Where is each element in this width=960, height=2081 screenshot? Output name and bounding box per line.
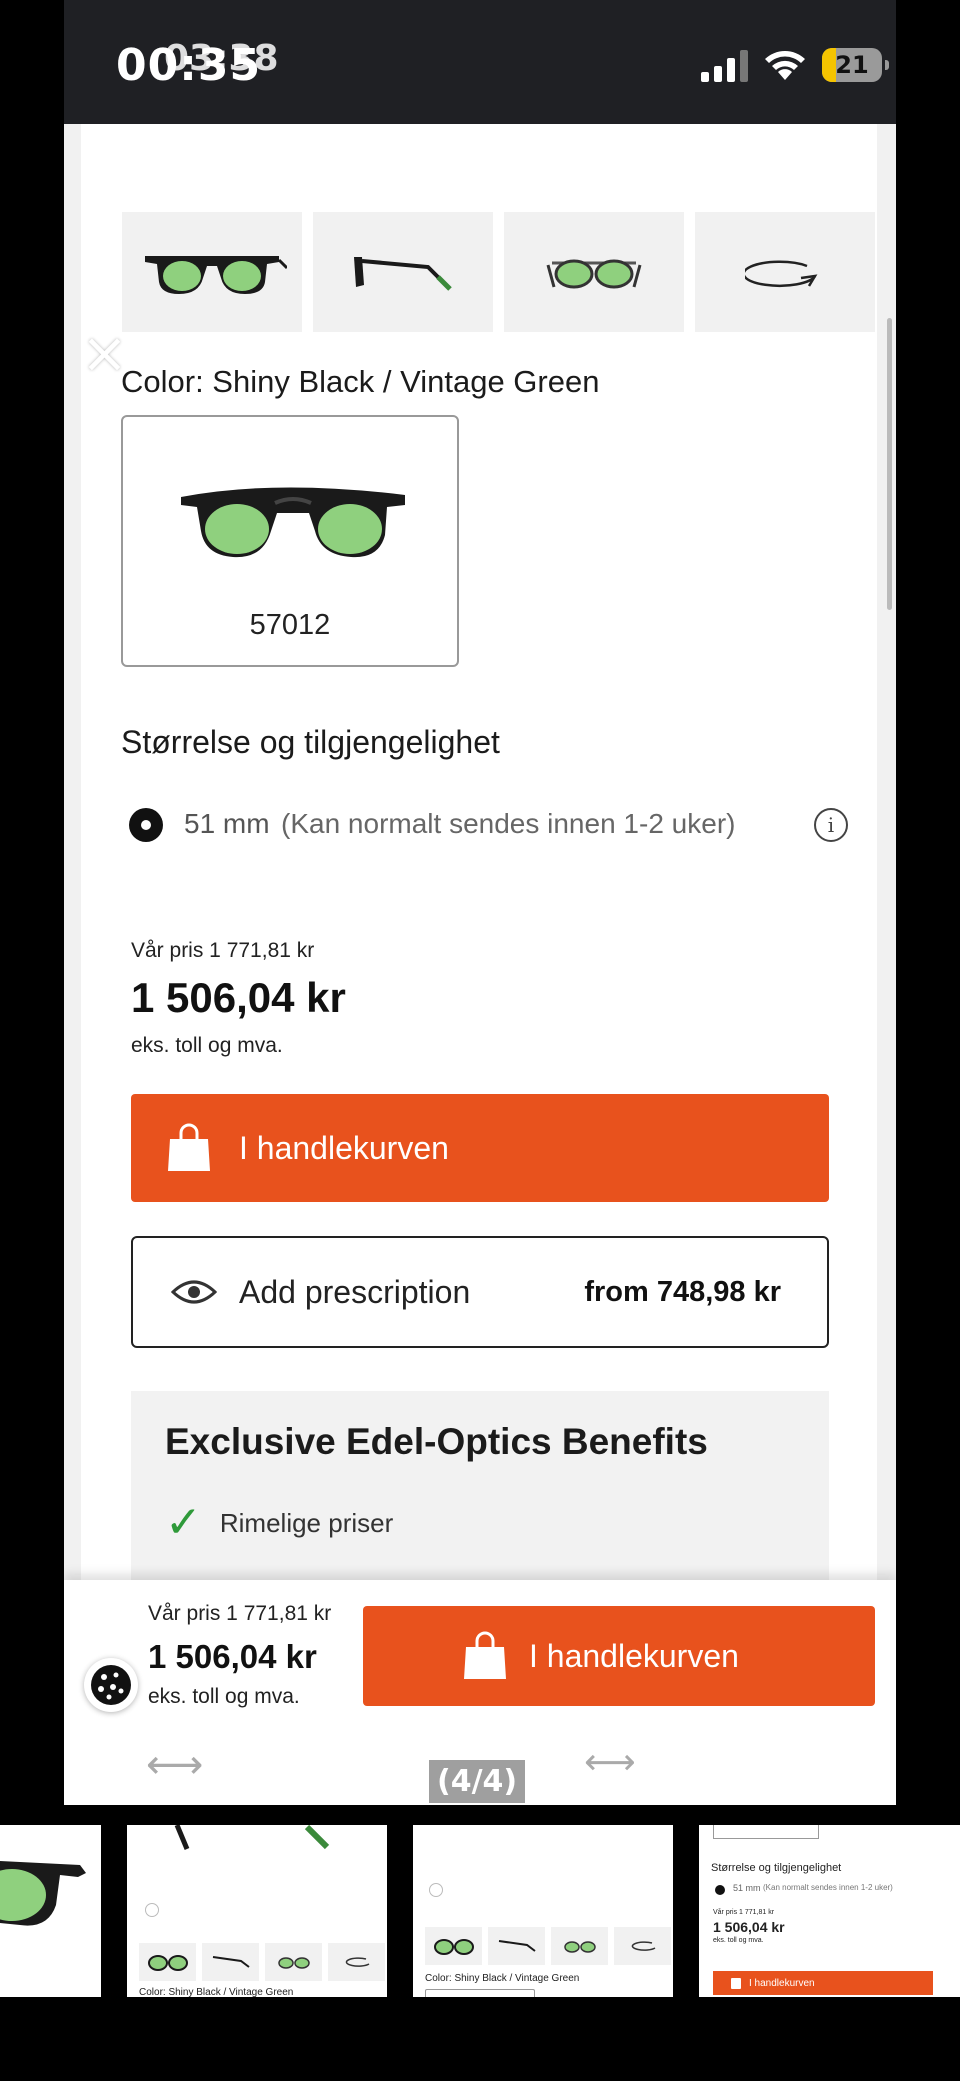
thumbnail-front[interactable] (122, 212, 302, 332)
sticky-original-price: Vår pris 1 771,81 kr (148, 1602, 332, 1625)
gallery-thumb-3[interactable]: Color: Shiny Black / Vintage Green (413, 1825, 673, 1997)
info-icon[interactable]: i (814, 808, 848, 842)
gallery-thumb-1[interactable] (0, 1825, 101, 1997)
add-prescription-button[interactable]: Add prescription from 748,98 kr (131, 1236, 829, 1348)
add-to-cart-button[interactable]: I handlekurven (131, 1094, 829, 1202)
thumbnail-side[interactable] (313, 212, 493, 332)
mini-size-availability: (Kan normalt sendes innen 1-2 uker) (763, 1883, 893, 1892)
sunglasses-closeup-image (0, 1861, 86, 1926)
size-section-title: Størrelse og tilgjengelighet (121, 724, 500, 760)
battery-level: 21 (835, 51, 869, 79)
cookie-icon[interactable] (84, 1658, 138, 1712)
mini-price-note: eks. toll og mva. (713, 1937, 764, 1944)
thumbnail-360[interactable] (695, 212, 875, 332)
mini-thumbnails (139, 1943, 385, 1981)
product-page: × Color: Shiny Black / Vintage Green 570… (81, 124, 892, 1805)
prescription-price: from 748,98 kr (584, 1275, 781, 1308)
thumbnail-top[interactable] (504, 212, 684, 332)
product-thumbnails (122, 212, 875, 332)
signal-icon (701, 48, 748, 82)
color-label: Color: Shiny Black / Vintage Green (121, 364, 600, 399)
sunglasses-variant-image (181, 487, 405, 558)
mini-color-label: Color: Shiny Black / Vintage Green (425, 1973, 580, 1984)
mini-thumbnails (425, 1927, 671, 1965)
benefit-item: ✓ Rimelige priser (165, 1501, 393, 1545)
gallery-thumb-4[interactable]: Størrelse og tilgjengelighet 51 mm (Kan … (699, 1825, 960, 1997)
price: 1 506,04 kr (131, 974, 346, 1021)
shopping-bag-icon (731, 1977, 741, 1989)
mini-variant-card (425, 1989, 535, 1997)
scrollbar[interactable] (887, 318, 892, 610)
mini-size-value: 51 mm (733, 1883, 761, 1893)
size-value: 51 mm (184, 808, 270, 839)
mini-cart-button: I handlekurven (713, 1971, 933, 1995)
sunglasses-front-icon (145, 256, 287, 294)
check-icon: ✓ (165, 1497, 202, 1548)
viewer-footer: ⟷ ⟷ (4/4) (64, 1732, 896, 1805)
zoom-icon (145, 1903, 159, 1917)
add-prescription-label: Add prescription (239, 1273, 471, 1310)
mini-cart-label: I handlekurven (749, 1977, 815, 1989)
status-bar: 00:35 03:38 21 (64, 0, 896, 124)
size-radio-selected[interactable] (129, 808, 163, 842)
mini-size-title: Størrelse og tilgjengelighet (711, 1862, 842, 1874)
gallery-thumb-2[interactable]: Color: Shiny Black / Vintage Green (127, 1825, 387, 1997)
screenshot-viewer: 00:35 03:38 21 × Color: Shiny Black / Vi… (64, 0, 896, 1805)
mini-price: 1 506,04 kr (713, 1919, 785, 1935)
mini-radio (715, 1885, 725, 1895)
benefit-text: Rimelige priser (219, 1507, 394, 1538)
mini-original-price: Vår pris 1 771,81 kr (713, 1909, 775, 1916)
sticky-cart-label: I handlekurven (529, 1637, 739, 1674)
mini-variant-card (713, 1825, 819, 1839)
mini-color-label: Color: Shiny Black / Vintage Green (139, 1987, 294, 1997)
size-option[interactable]: 51 mm (Kan normalt sendes innen 1-2 uker… (129, 804, 848, 848)
status-time-overlay: 03:38 (164, 38, 279, 79)
width-arrow-icon: ⟷ (146, 1742, 204, 1788)
zoom-icon (429, 1883, 443, 1897)
screenshot-gallery: Color: Shiny Black / Vintage Green Color… (0, 1825, 960, 2000)
benefits-title: Exclusive Edel-Optics Benefits (165, 1421, 708, 1462)
close-icon[interactable]: × (81, 326, 128, 382)
image-counter: (4/4) (429, 1760, 526, 1803)
sticky-price-note: eks. toll og mva. (148, 1685, 300, 1708)
sticky-add-to-cart-button[interactable]: I handlekurven (363, 1606, 875, 1706)
sticky-cart-bar: Vår pris 1 771,81 kr 1 506,04 kr eks. to… (64, 1580, 896, 1732)
status-icons: 21 (701, 48, 889, 82)
eye-icon (171, 1280, 217, 1304)
sunglasses-side-icon (354, 257, 452, 291)
size-availability: (Kan normalt sendes innen 1-2 uker) (281, 808, 736, 839)
sticky-price: 1 506,04 kr (148, 1638, 317, 1675)
color-variant-card[interactable]: 57012 (121, 415, 459, 667)
rotate-360-icon (745, 260, 818, 288)
shopping-bag-icon (464, 1631, 506, 1679)
add-to-cart-label: I handlekurven (239, 1129, 449, 1166)
shopping-bag-icon (168, 1123, 210, 1171)
variant-code: 57012 (249, 609, 331, 641)
battery-icon: 21 (822, 48, 889, 82)
sunglasses-top-icon (546, 259, 642, 289)
original-price: Vår pris 1 771,81 kr (131, 939, 315, 962)
wifi-icon (765, 51, 805, 80)
price-note: eks. toll og mva. (131, 1034, 283, 1057)
width-arrow-icon: ⟷ (584, 1742, 636, 1783)
